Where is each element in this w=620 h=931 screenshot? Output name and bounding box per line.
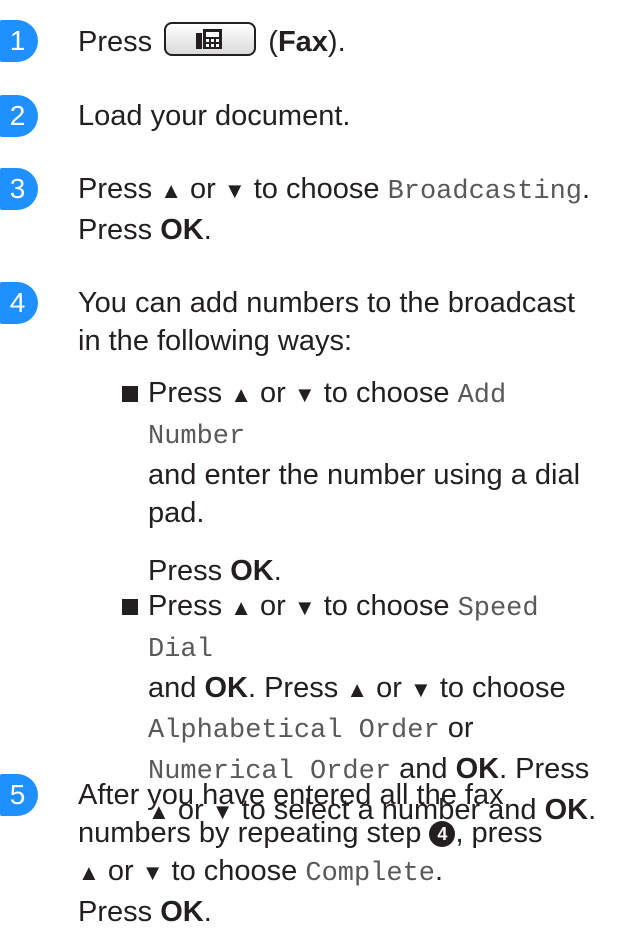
down-arrow-icon: ▼ (223, 178, 246, 203)
step-number-badge: 4 (0, 282, 38, 324)
ok-key-label: OK (230, 555, 274, 587)
bullet-line: pad. (148, 497, 205, 529)
step-text: Load your document. (78, 100, 351, 132)
down-arrow-icon: ▼ (293, 382, 316, 407)
step-number-badge: 1 (0, 20, 38, 62)
fax-button[interactable] (164, 22, 257, 56)
bullet-line: and enter the number using a dial (148, 459, 581, 491)
up-arrow-icon: ▲ (230, 595, 252, 620)
step-number-badge: 3 (0, 168, 38, 210)
step-line: You can add numbers to the broadcast (78, 287, 576, 319)
bullet-line: and OK. Press ▲ or ▼ to choose (148, 672, 566, 704)
up-arrow-icon: ▲ (346, 677, 369, 702)
down-arrow-icon: ▼ (409, 677, 432, 702)
down-arrow-icon: ▼ (141, 860, 164, 885)
step-text: Press (78, 26, 153, 58)
up-arrow-icon: ▲ (230, 382, 252, 407)
fax-icon (196, 29, 223, 49)
step-number-badge: 2 (0, 95, 38, 137)
step-line: Press ▲ or ▼ to choose Broadcasting. (78, 173, 591, 207)
bullet-square-icon (122, 599, 138, 615)
down-arrow-icon: ▼ (293, 595, 316, 620)
menu-option-alphabetical-order: Alphabetical Order (148, 716, 440, 746)
fax-label: Fax (277, 26, 328, 58)
bullet-line: Press ▲ or ▼ to choose Speed Dial (148, 590, 539, 665)
step-line: ▲ or ▼ to choose Complete. (78, 855, 444, 889)
ok-key-label: OK (160, 214, 204, 246)
step-line: numbers by repeating step 4, press (78, 817, 543, 849)
bullet-square-icon (122, 386, 138, 402)
up-arrow-icon: ▲ (78, 860, 100, 885)
menu-option-complete: Complete (305, 859, 435, 889)
up-arrow-icon: ▲ (160, 178, 182, 203)
bullet-line: Press ▲ or ▼ to choose Add Number (148, 377, 507, 452)
ok-key-label: OK (204, 672, 248, 704)
step-line: Press OK. (78, 214, 212, 246)
step-line: After you have entered all the fax (78, 779, 504, 811)
step-line: Press OK. (78, 896, 212, 928)
step-reference-icon: 4 (429, 821, 456, 847)
step-line: in the following ways: (78, 325, 353, 357)
ok-key-label: OK (160, 896, 204, 928)
step-number-badge: 5 (0, 774, 38, 816)
bullet-line: Press OK. (148, 555, 282, 587)
bullet-line: Alphabetical Order or (148, 712, 474, 746)
menu-option-broadcasting: Broadcasting (387, 177, 583, 207)
